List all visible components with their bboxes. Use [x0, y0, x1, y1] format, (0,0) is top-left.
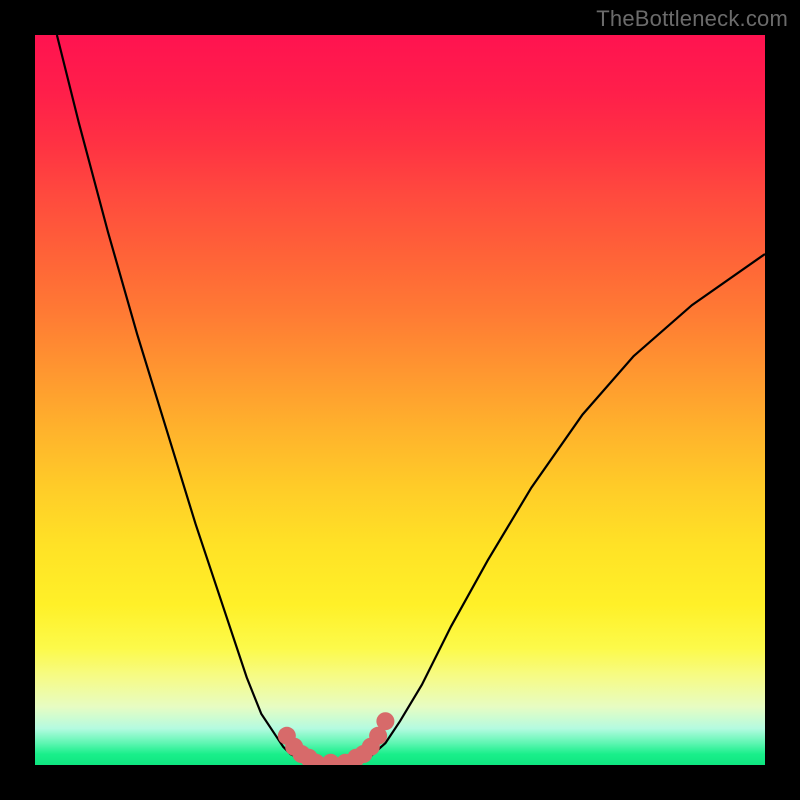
right-curve — [364, 254, 766, 760]
chart-canvas — [35, 35, 765, 765]
valley-dot — [376, 712, 394, 730]
chart-svg — [35, 35, 765, 765]
valley-dots-group — [278, 712, 395, 765]
watermark-text: TheBottleneck.com — [596, 6, 788, 32]
left-curve — [57, 35, 305, 760]
